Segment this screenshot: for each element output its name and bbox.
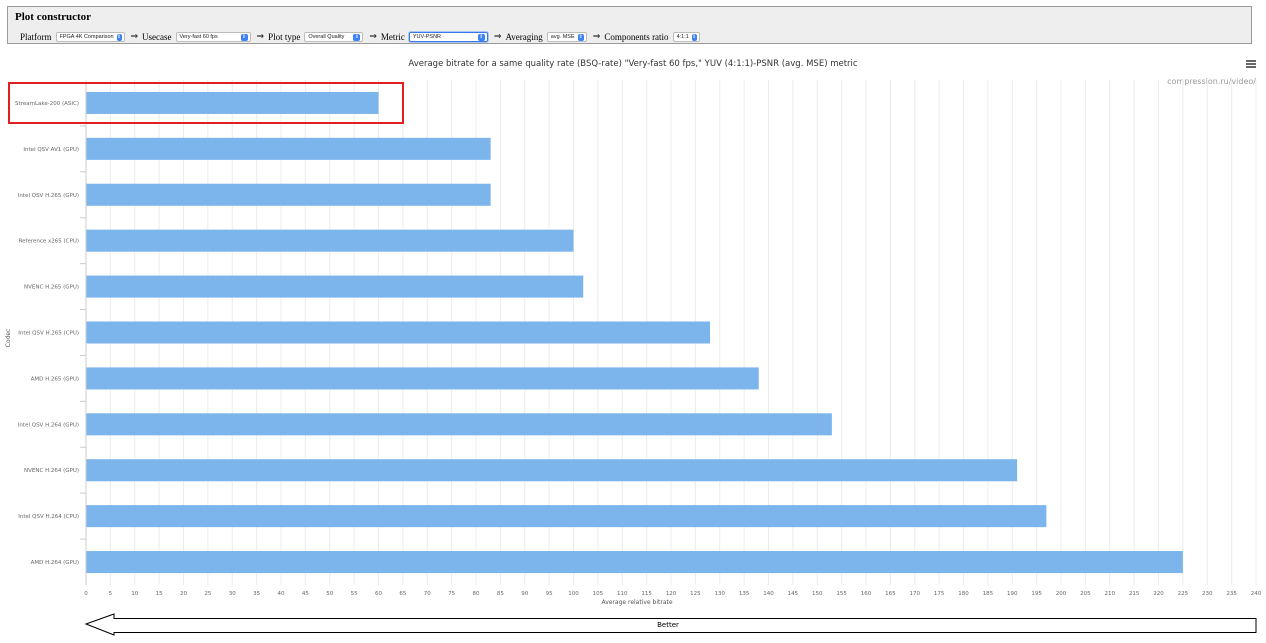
bar-intel-qsv-h-265-gpu[interactable] bbox=[86, 183, 491, 206]
x-axis-title: Average relative bitrate bbox=[601, 599, 672, 606]
x-tick-label: 95 bbox=[546, 591, 553, 597]
x-tick-label: 45 bbox=[302, 591, 309, 597]
x-tick-label: 50 bbox=[326, 591, 333, 597]
x-tick-label: 120 bbox=[666, 591, 677, 597]
x-tick-label: 205 bbox=[1080, 591, 1091, 597]
x-tick-label: 140 bbox=[763, 591, 774, 597]
x-tick-label: 110 bbox=[617, 591, 628, 597]
bar-intel-qsv-h-265-cpu[interactable] bbox=[86, 321, 710, 344]
x-tick-label: 130 bbox=[715, 591, 726, 597]
x-tick-label: 105 bbox=[593, 591, 604, 597]
category-label: Intel QSV H.264 (CPU) bbox=[18, 514, 79, 520]
x-tick-label: 155 bbox=[836, 591, 847, 597]
category-label: Intel QSV H.265 (CPU) bbox=[18, 331, 79, 337]
bar-streamlake-200-asic[interactable] bbox=[86, 91, 379, 114]
x-tick-label: 185 bbox=[983, 591, 994, 597]
category-label: StreamLake-200 (ASIC) bbox=[15, 101, 79, 107]
x-tick-label: 165 bbox=[885, 591, 896, 597]
bar-amd-h-265-gpu[interactable] bbox=[86, 367, 759, 390]
x-tick-label: 30 bbox=[229, 591, 236, 597]
x-tick-label: 25 bbox=[204, 591, 211, 597]
bar-intel-qsv-h-264-cpu[interactable] bbox=[86, 505, 1047, 528]
x-tick-label: 40 bbox=[278, 591, 285, 597]
x-tick-label: 235 bbox=[1226, 591, 1237, 597]
x-tick-label: 125 bbox=[690, 591, 701, 597]
x-tick-label: 65 bbox=[399, 591, 406, 597]
x-tick-label: 145 bbox=[788, 591, 799, 597]
y-axis-title: Codec bbox=[5, 329, 12, 348]
x-tick-label: 230 bbox=[1202, 591, 1213, 597]
x-tick-label: 190 bbox=[1007, 591, 1018, 597]
x-tick-label: 215 bbox=[1129, 591, 1140, 597]
x-tick-label: 170 bbox=[910, 591, 921, 597]
x-tick-label: 200 bbox=[1056, 591, 1067, 597]
category-label: Reference x265 (CPU) bbox=[19, 239, 79, 245]
x-tick-label: 10 bbox=[131, 591, 138, 597]
x-tick-label: 90 bbox=[521, 591, 528, 597]
x-tick-label: 100 bbox=[568, 591, 579, 597]
category-label: NVENC H.264 (GPU) bbox=[24, 468, 79, 474]
category-label: AMD H.264 (GPU) bbox=[31, 560, 79, 566]
x-tick-label: 70 bbox=[424, 591, 431, 597]
x-tick-label: 15 bbox=[156, 591, 163, 597]
bar-amd-h-264-gpu[interactable] bbox=[86, 551, 1183, 574]
x-tick-label: 160 bbox=[861, 591, 872, 597]
x-tick-label: 55 bbox=[351, 591, 358, 597]
bar-reference-x265-cpu[interactable] bbox=[86, 229, 574, 252]
category-label: NVENC H.265 (GPU) bbox=[24, 285, 79, 291]
x-tick-label: 240 bbox=[1251, 591, 1262, 597]
x-tick-label: 80 bbox=[473, 591, 480, 597]
x-tick-label: 135 bbox=[739, 591, 750, 597]
bar-intel-qsv-av1-gpu[interactable] bbox=[86, 137, 491, 160]
x-tick-label: 75 bbox=[448, 591, 455, 597]
x-tick-label: 35 bbox=[253, 591, 260, 597]
x-tick-label: 0 bbox=[84, 591, 88, 597]
x-tick-label: 115 bbox=[641, 591, 652, 597]
x-tick-label: 180 bbox=[958, 591, 969, 597]
x-tick-label: 150 bbox=[812, 591, 823, 597]
x-tick-label: 175 bbox=[934, 591, 945, 597]
bar-nvenc-h-264-gpu[interactable] bbox=[86, 459, 1018, 482]
category-label: Intel QSV H.265 (GPU) bbox=[18, 193, 79, 199]
x-tick-label: 210 bbox=[1105, 591, 1116, 597]
x-tick-label: 195 bbox=[1031, 591, 1042, 597]
category-label: AMD H.265 (GPU) bbox=[31, 376, 79, 382]
category-labels: StreamLake-200 (ASIC) Intel QSV AV1 (GPU)… bbox=[15, 101, 79, 566]
x-tick-label: 60 bbox=[375, 591, 382, 597]
x-tick-labels: 0 5 10 15 20 25 30 35 40 45 50 55 60 65 70 75 80 85 90 95 10… bbox=[84, 591, 1261, 597]
x-tick-label: 225 bbox=[1178, 591, 1189, 597]
bar-chart: StreamLake-200 (ASIC) Intel QSV AV1 (GPU)… bbox=[5, 80, 1262, 636]
better-label: Better bbox=[657, 621, 679, 629]
x-tick-label: 220 bbox=[1153, 591, 1164, 597]
x-tick-label: 85 bbox=[497, 591, 504, 597]
category-label: Intel QSV AV1 (GPU) bbox=[23, 147, 79, 153]
bar-nvenc-h-265-gpu[interactable] bbox=[86, 275, 584, 298]
x-tick-label: 20 bbox=[180, 591, 187, 597]
x-tick-label: 5 bbox=[109, 591, 113, 597]
bars bbox=[86, 91, 1183, 574]
category-label: Intel QSV H.264 (GPU) bbox=[18, 422, 79, 428]
bar-intel-qsv-h-264-gpu[interactable] bbox=[86, 413, 832, 436]
